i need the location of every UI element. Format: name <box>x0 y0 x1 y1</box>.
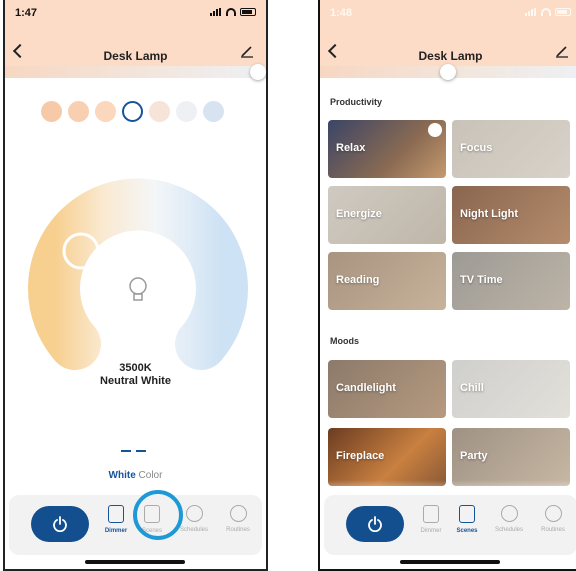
bottom-tab-bar: Dimmer Scenes Schedules Routines <box>324 495 576 555</box>
pencil-edit-icon[interactable] <box>240 44 254 58</box>
routines-icon <box>229 505 247 522</box>
section-title-productivity: Productivity <box>330 97 383 107</box>
wifi-icon <box>226 8 236 16</box>
dimmer-icon <box>108 505 124 523</box>
routines-icon <box>544 505 562 522</box>
color-swatch[interactable] <box>68 101 89 122</box>
mode-switch: White Color <box>5 470 266 481</box>
home-indicator <box>85 560 185 564</box>
battery-icon <box>240 8 256 16</box>
tab-routines[interactable]: Routines <box>534 505 572 533</box>
signal-icon <box>210 8 222 16</box>
brightness-slider-track[interactable] <box>5 66 266 78</box>
pencil-edit-icon[interactable] <box>555 44 569 58</box>
kelvin-value: 3500K <box>119 362 152 374</box>
scene-tile[interactable]: Chill <box>452 360 570 418</box>
scene-tile[interactable]: Focus <box>452 120 570 178</box>
color-swatch[interactable] <box>95 101 116 122</box>
lightbulb-icon <box>129 277 147 301</box>
color-swatch[interactable] <box>176 101 197 122</box>
phone-scenes-screen: 1:48 Desk Lamp Productivity Relax Focus … <box>318 0 576 571</box>
page-title: Desk Lamp <box>103 49 168 63</box>
phone-dimmer-screen: 1:47 Desk Lamp 3500K Neutral White White… <box>3 0 268 571</box>
power-icon <box>368 516 382 532</box>
power-icon <box>53 516 67 532</box>
power-button[interactable] <box>31 506 89 542</box>
status-bar: 1:47 <box>5 0 266 24</box>
tab-dimmer[interactable]: Dimmer <box>412 505 450 534</box>
scene-tile[interactable]: Night Light <box>452 186 570 244</box>
mode-white-tab[interactable]: White <box>109 470 136 481</box>
status-bar: 1:48 <box>320 0 576 24</box>
color-swatch[interactable] <box>122 101 143 122</box>
mode-color-tab[interactable]: Color <box>139 470 163 481</box>
battery-icon <box>555 8 571 16</box>
color-swatch[interactable] <box>41 101 62 122</box>
brightness-slider-handle[interactable] <box>250 64 266 80</box>
home-indicator <box>400 560 500 564</box>
scenes-clapperboard-icon <box>459 505 475 523</box>
status-time: 1:47 <box>15 7 38 19</box>
schedules-clock-icon <box>185 505 203 522</box>
tab-scenes[interactable]: Scenes <box>448 505 486 534</box>
scene-tile[interactable]: Candlelight <box>328 360 446 418</box>
scene-tile[interactable]: Energize <box>328 186 446 244</box>
scene-tile[interactable]: Fireplace <box>328 428 446 486</box>
scene-tile[interactable]: Relax <box>328 120 446 178</box>
dimmer-icon <box>423 505 439 523</box>
power-button[interactable] <box>346 506 404 542</box>
color-temperature-presets <box>41 101 224 122</box>
color-swatch[interactable] <box>203 101 224 122</box>
color-swatch[interactable] <box>149 101 170 122</box>
schedules-clock-icon <box>500 505 518 522</box>
color-temperature-name: Neutral White <box>100 375 171 387</box>
status-time: 1:48 <box>330 7 353 19</box>
brightness-slider-handle[interactable] <box>440 64 456 80</box>
scene-tile[interactable]: TV Time <box>452 252 570 310</box>
tab-dimmer[interactable]: Dimmer <box>97 505 135 534</box>
scene-tile[interactable]: Reading <box>328 252 446 310</box>
tab-schedules[interactable]: Schedules <box>490 505 528 533</box>
signal-icon <box>525 8 537 16</box>
scene-tile[interactable]: Party <box>452 428 570 486</box>
pencil-edit-icon[interactable] <box>428 123 442 137</box>
scenes-tab-highlight <box>133 490 183 540</box>
page-title: Desk Lamp <box>418 49 483 63</box>
section-title-moods: Moods <box>330 336 359 346</box>
wifi-icon <box>541 8 551 16</box>
page-indicator <box>121 450 146 452</box>
tab-routines[interactable]: Routines <box>219 505 257 533</box>
